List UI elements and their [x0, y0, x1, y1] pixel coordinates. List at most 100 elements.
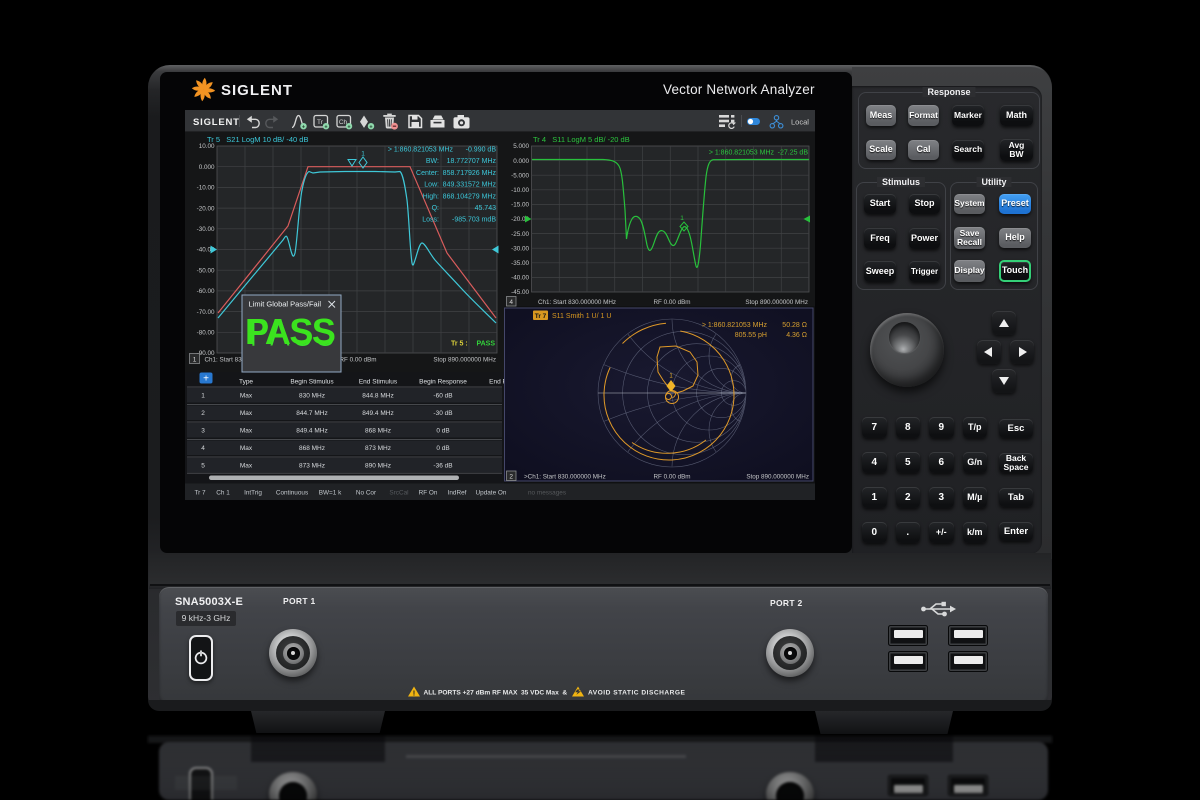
- svg-text:+: +: [347, 125, 350, 131]
- svg-text:Begin Response: Begin Response: [419, 379, 467, 386]
- svg-text:High:: High:: [423, 193, 439, 200]
- svg-text:Ch1: Start 830.000000 MHz: Ch1: Start 830.000000 MHz: [538, 299, 616, 306]
- svg-text:S11 Smith 1 U/ 1 U: S11 Smith 1 U/ 1 U: [552, 313, 611, 320]
- svg-text:0 dB: 0 dB: [436, 445, 449, 452]
- svg-text:849.331572 MHz: 849.331572 MHz: [443, 182, 497, 189]
- svg-text:873 MHz: 873 MHz: [365, 445, 391, 452]
- svg-text:849.4 MHz: 849.4 MHz: [362, 410, 393, 417]
- svg-text:Loss:: Loss:: [422, 217, 439, 224]
- svg-text:-35.00: -35.00: [511, 260, 529, 267]
- svg-text:Tr 4 S11 LogM 5 dB/ -20 dB: Tr 4 S11 LogM 5 dB/ -20 dB: [533, 135, 630, 144]
- svg-text:-80.00: -80.00: [197, 330, 215, 337]
- svg-text:5.000: 5.000: [513, 143, 529, 150]
- svg-text:IntTrig: IntTrig: [244, 490, 262, 497]
- svg-text:844.7 MHz: 844.7 MHz: [296, 410, 327, 417]
- svg-text:4: 4: [201, 445, 205, 452]
- svg-text:4: 4: [509, 299, 513, 306]
- svg-text:-10.00: -10.00: [511, 187, 529, 194]
- svg-text:830 MHz: 830 MHz: [299, 393, 325, 400]
- svg-text:0 dB: 0 dB: [436, 428, 449, 435]
- svg-text:Tr 7: Tr 7: [194, 490, 206, 497]
- svg-text:45.743: 45.743: [475, 205, 497, 212]
- svg-text:Center:: Center:: [416, 170, 439, 177]
- svg-text:-30.00: -30.00: [511, 245, 529, 252]
- svg-text:-40.00: -40.00: [511, 275, 529, 282]
- svg-text:-30 dB: -30 dB: [433, 410, 452, 417]
- svg-text:Stop 890.000000 MHz: Stop 890.000000 MHz: [745, 299, 808, 306]
- svg-text:-10.00: -10.00: [197, 185, 215, 192]
- svg-text:Stop 890.000000 MHz: Stop 890.000000 MHz: [746, 474, 809, 481]
- svg-text:890 MHz: 890 MHz: [365, 462, 391, 469]
- svg-text:no messages: no messages: [528, 490, 566, 497]
- svg-text:868 MHz: 868 MHz: [299, 445, 325, 452]
- svg-text:-27.25 dB: -27.25 dB: [778, 150, 809, 157]
- svg-text:+: +: [369, 125, 372, 131]
- svg-text:18.772707 MHz: 18.772707 MHz: [447, 158, 497, 165]
- svg-text:Tr 7: Tr 7: [535, 313, 547, 320]
- svg-text:> 1:860.821053 MHz: > 1:860.821053 MHz: [388, 147, 454, 154]
- svg-text:868 MHz: 868 MHz: [365, 428, 391, 435]
- svg-text:SrcCal: SrcCal: [389, 490, 408, 497]
- svg-text:Max: Max: [240, 445, 253, 452]
- svg-text:-45.00: -45.00: [511, 289, 529, 296]
- svg-text:2: 2: [201, 410, 205, 417]
- svg-text:1: 1: [193, 357, 197, 364]
- svg-text:End Stimulus: End Stimulus: [359, 379, 398, 386]
- svg-text:858.717926 MHz: 858.717926 MHz: [443, 170, 497, 177]
- svg-text:Type: Type: [239, 379, 253, 386]
- svg-text:-5.000: -5.000: [511, 172, 529, 179]
- svg-text:3: 3: [201, 428, 205, 435]
- svg-text:RF On: RF On: [419, 490, 438, 497]
- svg-text:1: 1: [361, 151, 365, 158]
- svg-text:849.4 MHz: 849.4 MHz: [296, 428, 327, 435]
- svg-text:Continuous: Continuous: [276, 490, 308, 497]
- svg-text:2: 2: [509, 474, 513, 481]
- svg-text:Limit Global Pass/Fail: Limit Global Pass/Fail: [249, 300, 322, 309]
- svg-text:AVOID STATIC DISCHARGE: AVOID STATIC DISCHARGE: [588, 690, 686, 697]
- svg-text:Low:: Low:: [424, 182, 439, 189]
- svg-text:PASS: PASS: [476, 341, 495, 348]
- svg-text:ALL PORTS +27 dBm RF MAX 35 V: ALL PORTS +27 dBm RF MAX 35 VDC Max &: [424, 690, 568, 697]
- svg-text:0.000: 0.000: [513, 158, 529, 165]
- svg-text:-36 dB: -36 dB: [433, 462, 452, 469]
- svg-text:Max: Max: [240, 393, 253, 400]
- svg-text:-70.00: -70.00: [197, 309, 215, 316]
- svg-text:-0.990 dB: -0.990 dB: [466, 147, 497, 154]
- svg-text:-60 dB: -60 dB: [433, 393, 452, 400]
- svg-text:BW:: BW:: [426, 158, 439, 165]
- svg-text:Q:: Q:: [432, 205, 439, 212]
- svg-text:>Ch1: Start 830.000000 MHz: >Ch1: Start 830.000000 MHz: [524, 474, 606, 481]
- svg-text:805.55 pH: 805.55 pH: [735, 332, 767, 339]
- svg-text:PASS: PASS: [245, 311, 335, 352]
- svg-text:> 1:860.821053 MHz: > 1:860.821053 MHz: [702, 322, 768, 329]
- svg-text:-50.00: -50.00: [197, 267, 215, 274]
- svg-text:873 MHz: 873 MHz: [299, 462, 325, 469]
- svg-text:-15.00: -15.00: [511, 202, 529, 209]
- svg-text:Update On: Update On: [476, 490, 507, 497]
- svg-text:IndRef: IndRef: [448, 490, 467, 497]
- svg-text:1: 1: [680, 215, 684, 222]
- svg-text:1: 1: [201, 393, 205, 400]
- svg-text:Tr: Tr: [317, 119, 324, 126]
- svg-text:RF 0.00 dBm: RF 0.00 dBm: [653, 299, 690, 306]
- svg-text:Tr 5 S21 LogM 10 dB/ -40 dB: Tr 5 S21 LogM 10 dB/ -40 dB: [207, 135, 308, 144]
- svg-text:Ch 1: Ch 1: [216, 490, 230, 497]
- svg-text:+: +: [324, 125, 327, 131]
- svg-text:-30.00: -30.00: [197, 226, 215, 233]
- svg-text:> 1:860.821053 MHz: > 1:860.821053 MHz: [709, 150, 775, 157]
- svg-text:+: +: [302, 125, 305, 131]
- svg-text:868.104279 MHz: 868.104279 MHz: [443, 193, 497, 200]
- svg-text:No Cor: No Cor: [356, 490, 377, 497]
- svg-text:BW=1 k: BW=1 k: [319, 490, 342, 497]
- svg-text:-60.00: -60.00: [197, 288, 215, 295]
- svg-text:4.36 Ω: 4.36 Ω: [786, 332, 807, 339]
- svg-text:5: 5: [201, 462, 205, 469]
- svg-text:50.28 Ω: 50.28 Ω: [782, 322, 807, 329]
- svg-text:Stop 890.000000 MHz: Stop 890.000000 MHz: [433, 357, 496, 364]
- svg-text:!: !: [413, 688, 416, 697]
- svg-text:0.000: 0.000: [199, 164, 215, 171]
- svg-text:SIGLENT: SIGLENT: [193, 117, 240, 128]
- svg-text:+: +: [203, 374, 209, 385]
- svg-text:844.8 MHz: 844.8 MHz: [362, 393, 393, 400]
- svg-text:Begin Stimulus: Begin Stimulus: [290, 379, 334, 386]
